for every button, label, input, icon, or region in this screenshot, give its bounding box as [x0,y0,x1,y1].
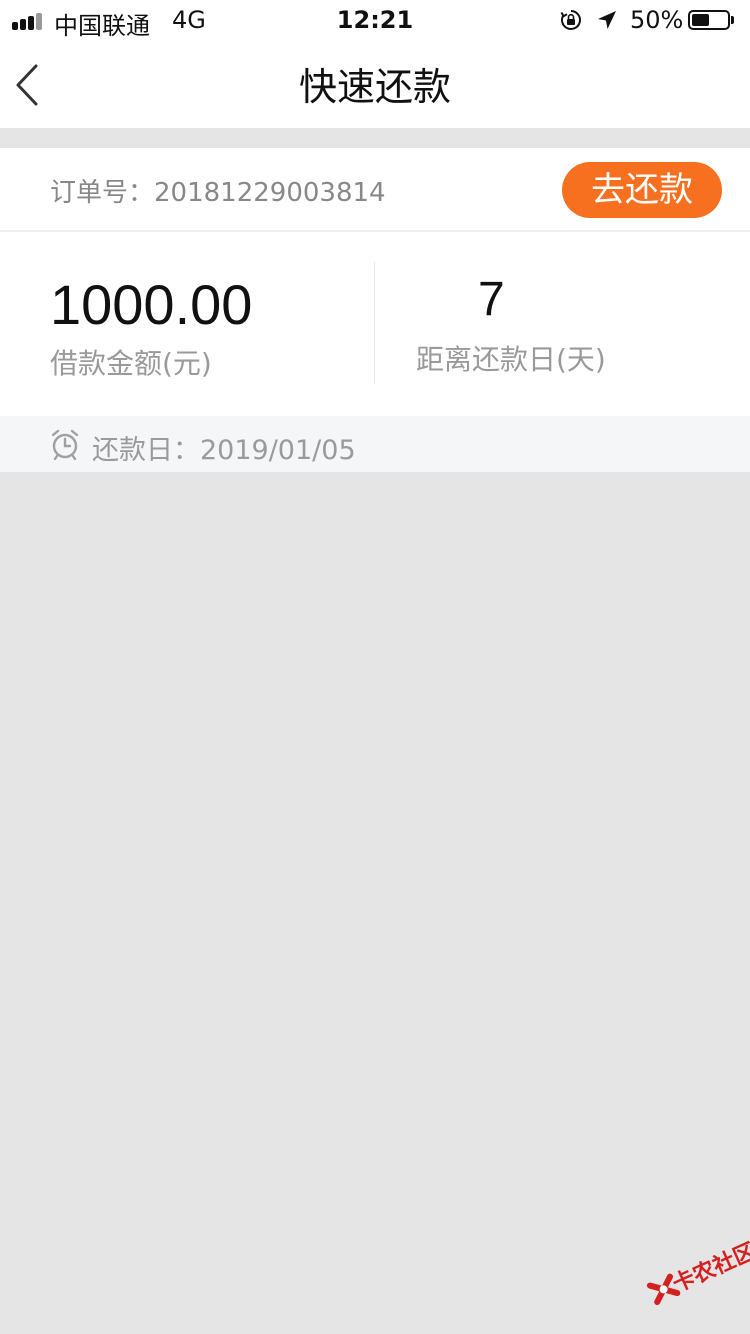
loan-amount-label: 借款金额(元) [50,347,212,380]
battery-tip [731,16,734,24]
due-date-label: 还款日：2019/01/05 [92,435,356,466]
watermark-text: 卡农社区 [669,1239,750,1298]
loan-amount-value: 1000.00 [50,273,253,336]
battery-percent: 50% [630,6,684,34]
nav-bar: 快速还款 [0,40,750,128]
days-remaining-value: 7 [478,273,505,326]
status-bar: 中国联通 4G 12:21 50% [0,0,750,40]
alarm-clock-icon [51,429,79,460]
battery-icon [688,10,730,30]
orientation-lock-icon [560,10,581,30]
order-row: 订单号：20181229003814 去还款 [0,148,750,232]
stat-divider [374,262,375,384]
repay-button[interactable]: 去还款 [562,162,722,218]
days-remaining-label: 距离还款日(天) [416,343,606,376]
due-date-row: 还款日：2019/01/05 [0,416,750,472]
location-arrow-icon [598,11,616,29]
watermark: 卡农社区 [635,1221,750,1331]
loan-stats: 1000.00 借款金额(元) 7 距离还款日(天) [0,232,750,416]
order-number: 订单号：20181229003814 [50,178,386,208]
battery-fill [692,14,709,26]
page-title: 快速还款 [298,65,451,109]
